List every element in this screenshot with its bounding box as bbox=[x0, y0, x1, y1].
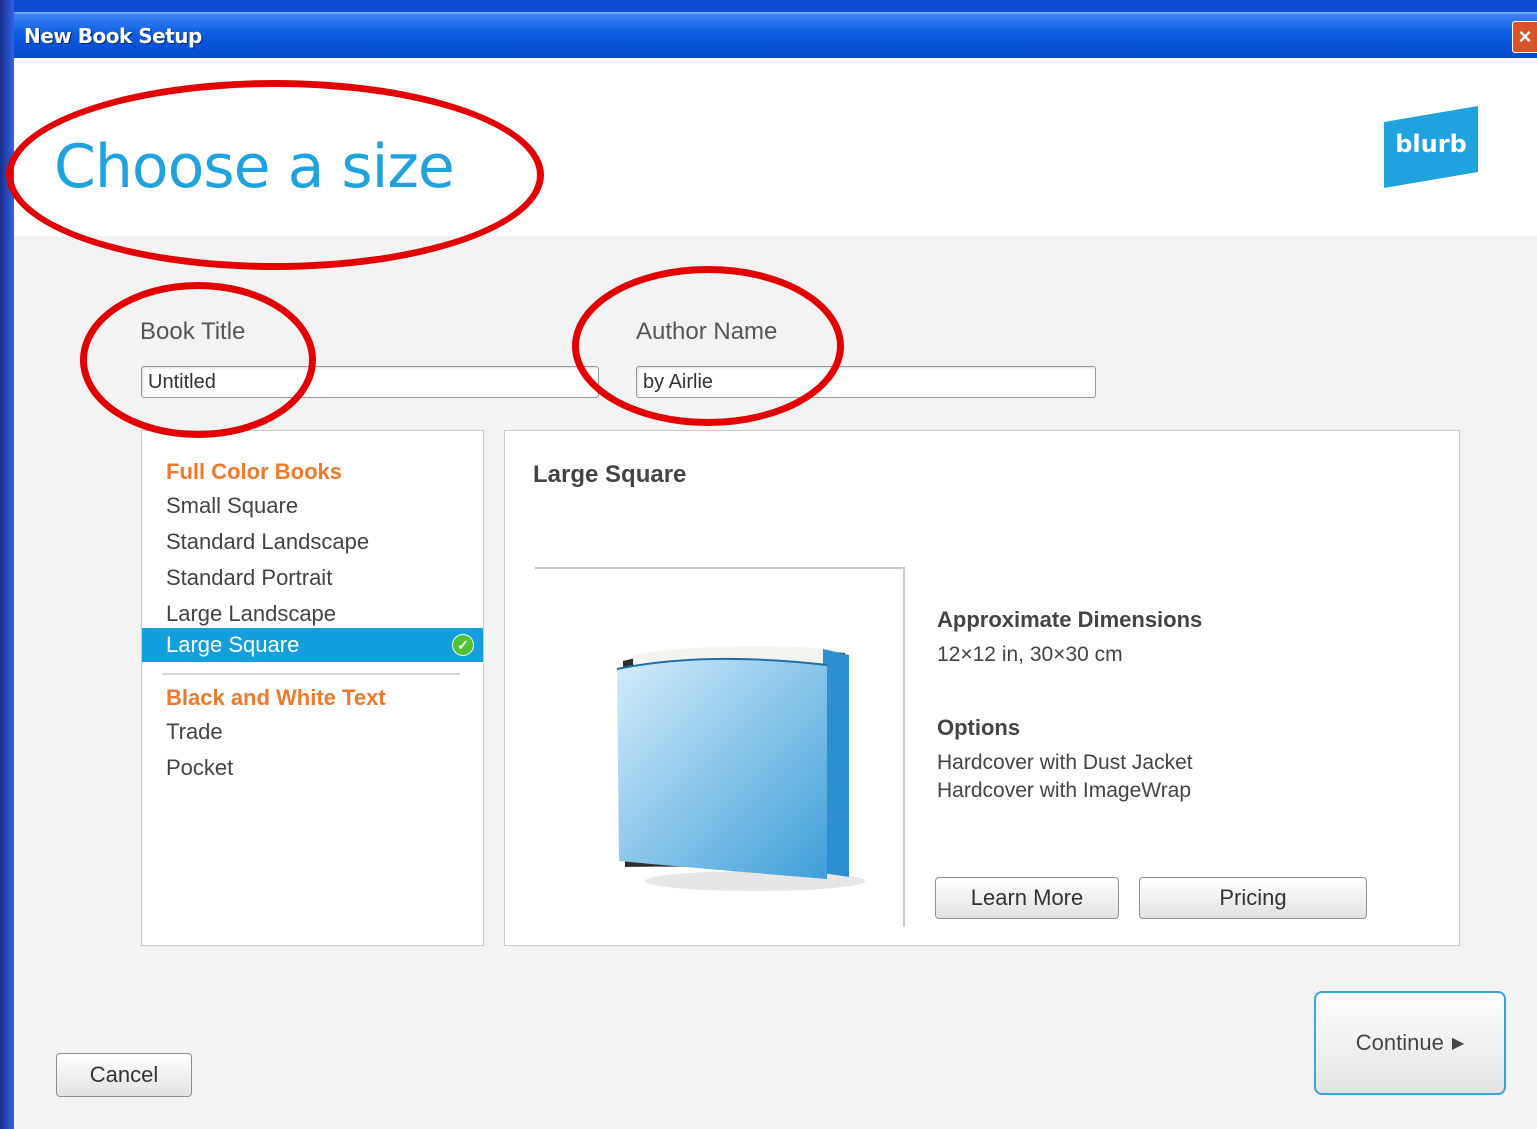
continue-label: Continue bbox=[1355, 1030, 1444, 1055]
book-preview-frame bbox=[535, 567, 905, 927]
annotation-ellipse-title bbox=[6, 80, 544, 270]
list-item-large-square[interactable]: Large Square ✓ bbox=[142, 628, 483, 662]
book-preview-image bbox=[616, 646, 865, 891]
list-item-large-landscape[interactable]: Large Landscape bbox=[142, 597, 483, 631]
title-bar[interactable]: New Book Setup × bbox=[14, 12, 1537, 60]
annotation-ellipse-book-title bbox=[80, 282, 316, 438]
list-item-small-square[interactable]: Small Square bbox=[142, 489, 483, 523]
checkmark-icon: ✓ bbox=[453, 635, 473, 655]
cancel-button[interactable]: Cancel bbox=[56, 1053, 192, 1097]
pricing-button[interactable]: Pricing bbox=[1139, 877, 1367, 919]
detail-title: Large Square bbox=[533, 461, 687, 488]
options-heading: Options bbox=[937, 715, 1021, 740]
annotation-ellipse-author-name bbox=[572, 266, 844, 426]
list-item-standard-landscape[interactable]: Standard Landscape bbox=[142, 525, 483, 559]
list-item-label: Large Square bbox=[166, 632, 300, 657]
list-item-trade[interactable]: Trade bbox=[142, 715, 483, 749]
close-icon[interactable]: × bbox=[1512, 21, 1537, 53]
blurb-logo: blurb bbox=[1384, 106, 1478, 188]
dimensions-heading: Approximate Dimensions bbox=[937, 607, 1203, 632]
logo-text: blurb bbox=[1395, 130, 1467, 158]
size-list: Full Color Books Small Square Standard L… bbox=[141, 430, 484, 946]
window-title: New Book Setup bbox=[24, 24, 202, 48]
list-item-standard-portrait[interactable]: Standard Portrait bbox=[142, 561, 483, 595]
option-item: Hardcover with Dust Jacket bbox=[937, 751, 1193, 774]
learn-more-button[interactable]: Learn More bbox=[935, 877, 1119, 919]
size-detail-panel: Large Square Approximate Dimensions 12×1… bbox=[504, 430, 1460, 946]
continue-button[interactable]: Continue ▶ bbox=[1314, 991, 1506, 1095]
dimensions-value: 12×12 in, 30×30 cm bbox=[937, 643, 1123, 666]
list-item-pocket[interactable]: Pocket bbox=[142, 751, 483, 785]
arrow-right-icon: ▶ bbox=[1451, 1035, 1465, 1053]
group-label-full-color: Full Color Books bbox=[166, 459, 342, 484]
group-divider bbox=[162, 673, 460, 675]
group-label-black-and-white: Black and White Text bbox=[166, 685, 386, 710]
option-item: Hardcover with ImageWrap bbox=[937, 779, 1192, 802]
